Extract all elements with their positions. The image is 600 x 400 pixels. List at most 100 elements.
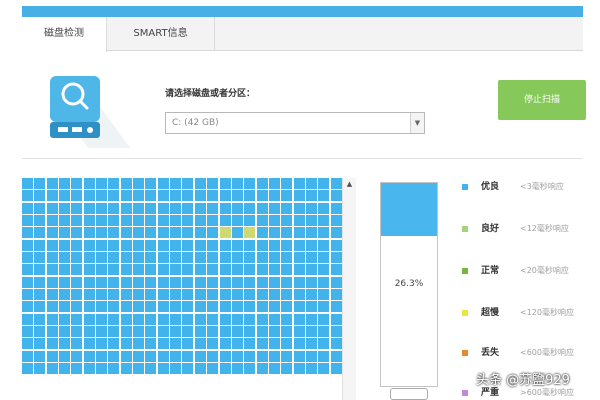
sector-cell (219, 338, 231, 350)
sector-cell (157, 178, 169, 189)
sector-cell (83, 227, 95, 239)
sector-cell (71, 289, 83, 301)
sector-cell (194, 350, 206, 362)
sector-cell (281, 215, 293, 227)
sector-cell (318, 289, 330, 301)
sector-cell (170, 202, 182, 214)
sector-cell (59, 239, 71, 251)
sector-cell (231, 350, 243, 362)
sector-cell (293, 326, 305, 338)
sector-cell (120, 252, 132, 264)
sector-cell (194, 326, 206, 338)
sector-cell (219, 289, 231, 301)
sector-cell (244, 190, 256, 202)
sector-cell (133, 289, 145, 301)
sector-cell (145, 239, 157, 251)
grid-scrollbar[interactable]: ▲ (342, 178, 356, 400)
sector-cell (108, 227, 120, 239)
sector-cell (108, 215, 120, 227)
sector-cell (207, 276, 219, 288)
sector-cell (71, 227, 83, 239)
sector-cell (170, 313, 182, 325)
sector-cell (157, 338, 169, 350)
sector-cell (268, 326, 280, 338)
sector-cell (256, 202, 268, 214)
sector-cell (305, 178, 317, 189)
sector-cell (120, 301, 132, 313)
sector-cell (219, 326, 231, 338)
sector-cell (145, 202, 157, 214)
sector-cell (145, 252, 157, 264)
sector-cell (305, 326, 317, 338)
scroll-up-arrow-icon[interactable]: ▲ (343, 180, 356, 188)
sector-cell (268, 350, 280, 362)
sector-cell (182, 239, 194, 251)
sector-cell (83, 264, 95, 276)
sector-cell (281, 350, 293, 362)
sector-cell (170, 350, 182, 362)
sector-cell (256, 178, 268, 189)
sector-cell (182, 215, 194, 227)
sector-cell (231, 202, 243, 214)
sector-cell (194, 363, 206, 375)
chevron-down-icon[interactable]: ▼ (410, 113, 424, 133)
sector-cell (145, 178, 157, 189)
sector-cell (133, 202, 145, 214)
sector-cell (157, 215, 169, 227)
sector-cell (268, 202, 280, 214)
sector-cell (133, 313, 145, 325)
sector-cell (59, 252, 71, 264)
sector-cell (231, 313, 243, 325)
legend-desc: <12毫秒响应 (520, 224, 569, 233)
sector-cell (145, 289, 157, 301)
sector-cell (194, 190, 206, 202)
legend-item-severe: 严重 >600毫秒响应 (462, 386, 592, 400)
sector-cell (305, 239, 317, 251)
sector-cell (22, 338, 33, 350)
stop-scan-button[interactable]: 停止扫描 (498, 80, 586, 120)
sector-cell (207, 289, 219, 301)
sector-cell (318, 264, 330, 276)
sector-cell (120, 363, 132, 375)
sector-cell (96, 202, 108, 214)
sector-cell (71, 190, 83, 202)
sector-cell (46, 227, 58, 239)
sector-cell (46, 301, 58, 313)
sector-cell (305, 190, 317, 202)
sector-cell (293, 190, 305, 202)
sector-cell (22, 326, 33, 338)
disk-select-dropdown[interactable]: C: (42 GB) ▼ (165, 112, 425, 134)
sector-cell (318, 338, 330, 350)
sector-cell (22, 239, 33, 251)
sector-cell (231, 289, 243, 301)
legend-label: 良好 (481, 224, 500, 234)
sector-cell (170, 190, 182, 202)
sector-cell (268, 227, 280, 239)
sector-cell (71, 313, 83, 325)
sector-cell (268, 363, 280, 375)
sector-cell (207, 350, 219, 362)
sector-cell (108, 326, 120, 338)
legend-label: 超慢 (481, 308, 500, 318)
sector-cell (194, 215, 206, 227)
sector-cell (305, 227, 317, 239)
sector-cell (293, 313, 305, 325)
sector-cell (46, 202, 58, 214)
sector-cell (59, 326, 71, 338)
sector-cell (170, 239, 182, 251)
sector-cell (133, 190, 145, 202)
sector-cell (194, 252, 206, 264)
tab-disk-check[interactable]: 磁盘检测 (22, 17, 107, 52)
sector-cell (231, 326, 243, 338)
sector-cell (108, 301, 120, 313)
tab-smart-info[interactable]: SMART信息 (107, 17, 215, 51)
sector-cell (46, 215, 58, 227)
sector-cell (145, 301, 157, 313)
sector-cell (207, 190, 219, 202)
sector-cell (207, 338, 219, 350)
progress-handle (390, 388, 428, 400)
sector-cell (244, 264, 256, 276)
sector-cell (244, 326, 256, 338)
sector-cell (182, 301, 194, 313)
sector-cell (59, 301, 71, 313)
